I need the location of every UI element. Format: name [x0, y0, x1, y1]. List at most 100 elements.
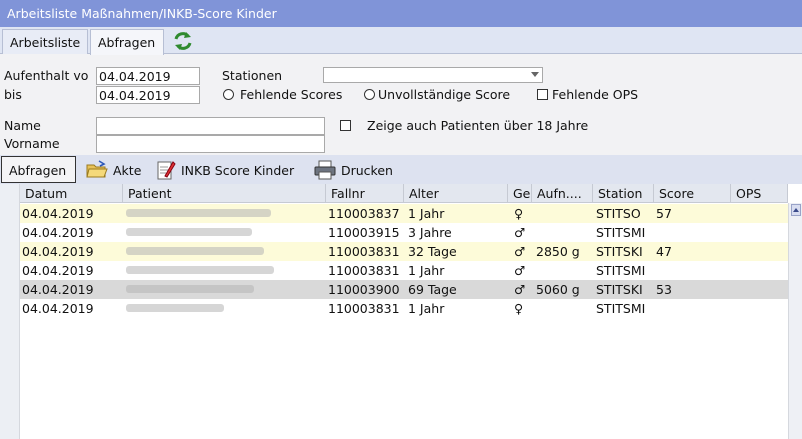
cell-datum: 04.04.2019 — [22, 225, 94, 240]
unvollstaendige-score-radio[interactable] — [364, 89, 375, 100]
column-header-aufn[interactable]: Aufn.... — [532, 184, 593, 203]
tab-arbeitsliste[interactable]: Arbeitsliste — [2, 29, 88, 54]
vertical-scrollbar[interactable] — [788, 203, 802, 439]
cell-alter: 1 Jahr — [408, 263, 445, 278]
cell-station: STITSMI — [596, 263, 646, 278]
inkb-score-kinder-button[interactable]: INKB Score Kinder — [156, 159, 294, 181]
cell-patient-redacted — [123, 242, 326, 261]
redacted-name — [126, 266, 274, 274]
cell-datum: 04.04.2019 — [22, 282, 94, 297]
cell-patient-redacted — [123, 261, 326, 280]
cell-geschlecht: ♂ — [514, 282, 526, 297]
table-row[interactable]: 04.04.2019 110003831 1 Jahr ♂ STITSMI — [20, 261, 788, 280]
table-row[interactable]: 04.04.2019 110003900 69 Tage ♂ 5060 g STITSKI… — [20, 280, 788, 299]
cell-aufn — [534, 299, 593, 318]
cell-alter: 1 Jahr — [408, 206, 445, 221]
cell-geschlecht: ♂ — [514, 244, 526, 259]
cell-fallnr: 110003915 — [328, 225, 400, 240]
unvollstaendige-score-label: Unvollständige Score — [378, 87, 511, 102]
cell-patient-redacted — [123, 299, 326, 318]
cell-datum: 04.04.2019 — [22, 301, 94, 316]
column-header-patient[interactable]: Patient — [123, 184, 326, 203]
cell-aufn — [534, 261, 593, 280]
column-header-score[interactable]: Score — [654, 184, 731, 203]
cell-score: 47 — [656, 244, 672, 259]
fehlende-ops-label: Fehlende OPS — [552, 87, 639, 102]
fehlende-ops-checkbox[interactable] — [537, 89, 548, 100]
aufenthalt-bis-input[interactable] — [96, 86, 200, 104]
drucken-button[interactable]: Drucken — [314, 159, 393, 181]
cell-alter: 69 Tage — [408, 282, 457, 297]
cell-ops — [731, 261, 788, 280]
cell-score — [654, 299, 731, 318]
column-header-datum[interactable]: Datum — [20, 184, 123, 203]
cell-station: STITSKI — [596, 244, 643, 259]
cell-geschlecht: ♀ — [514, 301, 524, 316]
cell-score — [654, 223, 731, 242]
redacted-name — [126, 228, 252, 236]
cell-fallnr: 110003831 — [328, 244, 400, 259]
refresh-icon[interactable] — [171, 30, 195, 52]
column-header-geschlecht[interactable]: Ge — [508, 184, 532, 203]
redacted-name — [126, 209, 271, 217]
table-row[interactable]: 04.04.2019 110003831 32 Tage ♂ 2850 g STITSKI… — [20, 242, 788, 261]
cell-aufn: 5060 g — [536, 282, 580, 297]
cell-aufn: 2850 g — [536, 244, 580, 259]
aufenthalt-label: Aufenthalt vo — [4, 68, 89, 83]
bis-label: bis — [4, 87, 22, 102]
cell-score: 57 — [656, 206, 672, 221]
scroll-up-arrow-icon[interactable] — [791, 204, 801, 216]
vorname-input[interactable] — [96, 135, 325, 153]
akte-label: Akte — [113, 162, 142, 178]
abfragen-button[interactable]: Abfragen — [1, 156, 76, 183]
cell-aufn — [534, 223, 593, 242]
cell-score — [654, 261, 731, 280]
column-header-alter[interactable]: Alter — [404, 184, 508, 203]
edit-document-icon — [157, 161, 176, 180]
cell-fallnr: 110003831 — [328, 263, 400, 278]
folder-open-icon — [86, 160, 108, 178]
tab-abfragen[interactable]: Abfragen — [90, 29, 164, 55]
stationen-select[interactable] — [323, 67, 543, 83]
cell-ops — [731, 223, 788, 242]
toolbar: Abfragen Akte INKB Score Kinder Drucken — [0, 155, 802, 184]
cell-score: 53 — [656, 282, 672, 297]
cell-ops — [731, 280, 788, 299]
stationen-label: Stationen — [222, 68, 283, 83]
cell-fallnr: 110003900 — [328, 282, 400, 297]
table-row[interactable]: 04.04.2019 110003837 1 Jahr ♀ STITSO 57 — [20, 204, 788, 223]
cell-ops — [731, 204, 788, 223]
chevron-down-icon — [531, 72, 539, 77]
redacted-name — [126, 304, 224, 312]
cell-datum: 04.04.2019 — [22, 206, 94, 221]
cell-fallnr: 110003831 — [328, 301, 400, 316]
cell-ops — [731, 299, 788, 318]
row-header-column — [0, 184, 20, 439]
fehlende-scores-label: Fehlende Scores — [240, 87, 343, 102]
cell-patient-redacted — [123, 280, 326, 299]
cell-ops — [731, 242, 788, 261]
ueber-18-checkbox[interactable] — [340, 120, 351, 131]
redacted-name — [126, 285, 254, 293]
column-header-station[interactable]: Station — [593, 184, 654, 203]
column-header-fallnr[interactable]: Fallnr — [326, 184, 404, 203]
column-header-ops[interactable]: OPS — [731, 184, 788, 203]
akte-button[interactable]: Akte — [86, 159, 141, 181]
window-title: Arbeitsliste Maßnahmen/INKB-Score Kinder — [0, 0, 802, 27]
cell-datum: 04.04.2019 — [22, 263, 94, 278]
fehlende-scores-radio[interactable] — [223, 89, 234, 100]
cell-patient-redacted — [123, 223, 326, 242]
cell-geschlecht: ♀ — [514, 206, 524, 221]
name-input[interactable] — [96, 117, 325, 135]
cell-alter: 32 Tage — [408, 244, 457, 259]
cell-station: STITSMI — [596, 225, 646, 240]
aufenthalt-von-input[interactable] — [96, 67, 200, 85]
cell-patient-redacted — [123, 204, 326, 223]
cell-datum: 04.04.2019 — [22, 244, 94, 259]
cell-station: STITSMI — [596, 301, 646, 316]
table-row[interactable]: 04.04.2019 110003831 1 Jahr ♀ STITSMI — [20, 299, 788, 318]
cell-station: STITSKI — [596, 282, 643, 297]
results-table: Datum Patient Fallnr Alter Ge Aufn.... S… — [0, 184, 802, 439]
table-row[interactable]: 04.04.2019 110003915 3 Jahre ♂ STITSMI — [20, 223, 788, 242]
cell-alter: 3 Jahre — [408, 225, 452, 240]
